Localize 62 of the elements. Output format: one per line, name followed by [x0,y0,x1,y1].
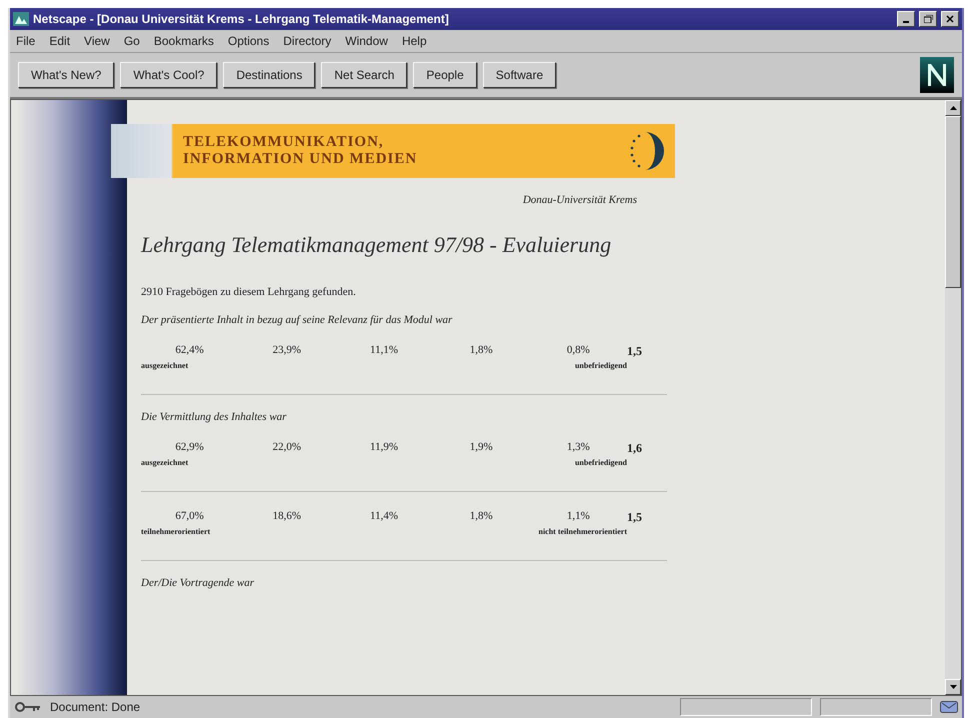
toolbar-button[interactable]: Net Search [321,62,408,88]
menu-item[interactable]: Directory [283,34,332,48]
percentage-value: 1,8% [468,344,494,358]
percentage-value: 11,4% [368,510,399,524]
scroll-up-icon[interactable] [950,106,956,110]
average-score: 1,6 [626,441,643,456]
menu-item[interactable]: File [16,34,36,48]
menu-item[interactable]: View [84,34,110,48]
percentage-value: 0,8% [566,344,591,358]
percentage-value: 18,6% [272,510,302,524]
menu-item[interactable]: Help [402,34,427,48]
window-title: Netscape - [Donau Universität Krems - Lehrgang Telematik-Management] [33,12,450,26]
menu-item[interactable]: Bookmarks [154,34,214,48]
toolbar-button[interactable]: Software [482,62,556,88]
scale-high-label: unbefriedigend [574,361,627,370]
toolbar-button[interactable]: What's New? [18,62,114,88]
toolbar-button[interactable]: People [413,62,477,88]
toolbar-button[interactable]: What's Cool? [120,62,218,88]
percentage-value: 62,9% [174,441,205,455]
summary-text: 2910 Fragebögen zu diesem Lehrgang gefunden. [141,286,357,298]
percentage-value: 1,1% [566,510,591,524]
percentage-value: 11,1% [368,344,399,358]
question-text: Der/Die Vortragende war [141,577,256,589]
question-text: Die Vermittlung des Inhaltes war [141,411,288,423]
scroll-thumb[interactable] [945,116,961,288]
question-text: Der präsentierte Inhalt in bezug auf seine Relevanz für das Modul war [141,314,454,326]
banner-title: INFORMATION UND MEDIEN [183,151,418,168]
average-score: 1,5 [626,344,643,359]
scroll-down-icon[interactable] [950,685,956,689]
scale-high-label: nicht teilnehmerorientiert [538,527,627,536]
page-heading: Lehrgang Telematikmanagement 97/98 - Evaluierung [141,232,612,258]
menu-item[interactable]: Edit [49,34,70,48]
percentage-value: 1,3% [566,441,591,455]
scale-high-label: unbefriedigend [574,458,627,467]
browser-logo[interactable] [920,57,954,93]
percentage-value: 11,9% [368,441,399,455]
scale-low-label: teilnehmerorientiert [141,527,210,536]
average-score: 1,5 [626,510,643,525]
scale-low-label: ausgezeichnet [141,458,188,467]
percentage-value: 62,4% [174,344,205,358]
institution-name: Donau-Universität Krems [522,194,637,206]
percentage-value: 22,0% [272,441,302,455]
percentage-value: 1,9% [468,441,494,455]
restore-button[interactable] [919,11,937,27]
scale-low-label: ausgezeichnet [141,361,188,370]
percentage-value: 23,9% [272,344,302,358]
status-text: Document: Done [50,700,142,714]
close-button[interactable] [941,11,959,27]
menu-item[interactable]: Go [124,34,140,48]
percentage-value: 1,8% [468,510,494,524]
key-icon [14,700,42,714]
mail-icon[interactable] [940,701,958,713]
browser-app-icon [13,12,29,26]
menu-item[interactable]: Window [345,34,388,48]
restore-icon [924,15,932,23]
banner-title: TELEKOMMUNIKATION, [183,134,385,151]
close-icon [946,15,954,23]
minimize-button[interactable] [897,11,915,27]
scrollbar[interactable] [945,100,961,695]
percentage-value: 67,0% [174,510,205,524]
toolbar-button[interactable]: Destinations [223,62,316,88]
menu-item[interactable]: Options [228,34,270,48]
